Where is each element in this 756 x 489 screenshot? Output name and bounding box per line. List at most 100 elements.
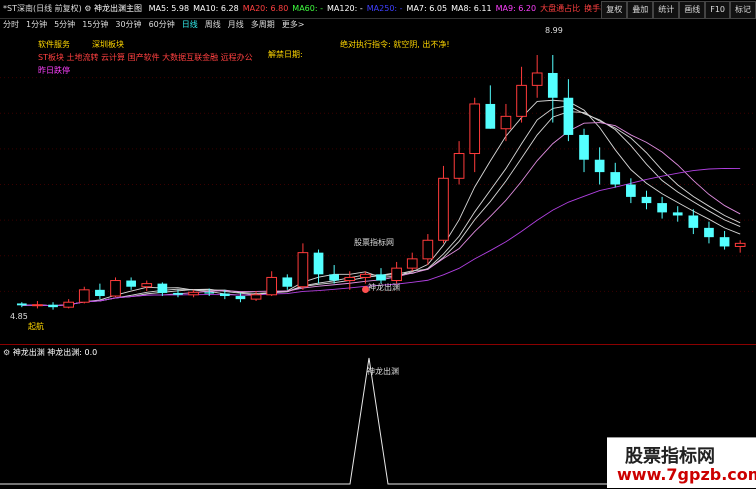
settings-icon[interactable]: ⚙ — [3, 348, 10, 357]
candle-body[interactable] — [141, 283, 153, 288]
settings-icon[interactable]: ⚙ — [84, 4, 91, 13]
candle-body[interactable] — [734, 242, 746, 247]
signal-dot — [362, 286, 369, 293]
toolbar-button[interactable]: 画线 — [679, 1, 706, 19]
candle-body[interactable] — [719, 237, 730, 247]
info-instruction: 绝对执行指令: 就空阴, 出不净! — [340, 40, 450, 49]
info-drop: 昨日跌停 — [38, 66, 70, 75]
candle-body[interactable] — [688, 215, 699, 228]
signal-label-sub: 神龙出渊 — [367, 367, 399, 376]
candle-body[interactable] — [48, 304, 58, 308]
period-tab[interactable]: 周线 — [202, 18, 224, 32]
candle-body[interactable] — [485, 103, 496, 129]
sub-title[interactable]: 神龙出渊 — [13, 348, 45, 357]
candle-body[interactable] — [110, 280, 121, 297]
period-tab[interactable]: 月线 — [225, 18, 247, 32]
candle-body[interactable] — [547, 72, 558, 98]
info-concepts: ST板块 土地流转 云计算 国产软件 大数据互联金融 远程办公 — [38, 53, 253, 62]
candle-body[interactable] — [344, 276, 356, 282]
indicator-name[interactable]: 神龙出渊主图 — [94, 4, 142, 13]
period-tab[interactable]: 多周期 — [248, 18, 278, 32]
candle-body[interactable] — [704, 227, 714, 238]
candle-body[interactable] — [313, 252, 324, 275]
candle-body[interactable] — [95, 289, 105, 297]
candle-body[interactable] — [219, 293, 230, 297]
candle-body[interactable] — [16, 303, 27, 306]
candle-body[interactable] — [469, 103, 481, 155]
title-bar: *ST深南(日线 前复权) ⚙ 神龙出渊主图 MA5: 5.98 MA10: 6.… — [0, 0, 756, 19]
sub-value: 神龙出渊: 0.0 — [47, 348, 98, 357]
candle-body[interactable] — [297, 252, 309, 288]
toolbar-button[interactable]: F10 — [705, 1, 730, 19]
candle-body[interactable] — [626, 184, 636, 197]
candle-body[interactable] — [563, 97, 574, 135]
candle-body[interactable] — [204, 292, 215, 294]
toolbar-button[interactable]: 复权 — [601, 1, 628, 19]
start-label: 起航 — [28, 322, 44, 331]
candle-body[interactable] — [516, 84, 527, 117]
watermark-line2: www.7gpzb.com — [617, 465, 756, 484]
candle-body[interactable] — [672, 212, 683, 216]
ma-legend-item: MA9: 6.20 — [495, 4, 537, 13]
ma-legend-item: MA60: - — [292, 4, 323, 13]
ma-legend-item: MA7: 6.05 — [406, 4, 448, 13]
info-software: 软件服务 — [38, 40, 70, 49]
period-tab[interactable]: 5分钟 — [51, 18, 78, 32]
period-tab[interactable]: 更多> — [279, 18, 308, 32]
period-tab[interactable]: 分时 — [0, 18, 22, 32]
period-tab[interactable]: 日线 — [179, 18, 201, 32]
info-sector: 深圳板块 — [92, 40, 124, 49]
candle-body[interactable] — [266, 276, 278, 296]
toolbar-buttons: 复权 叠加 统计 画线 F10 标记 — [601, 0, 756, 19]
info-unlock-date: 解禁日期: — [268, 50, 303, 59]
candle-body[interactable] — [329, 274, 339, 281]
ma-legend-item: MA20: 6.80 — [242, 4, 289, 13]
watermark-inline-label: 股票指标网 — [354, 238, 394, 247]
candle-body[interactable] — [376, 274, 386, 281]
candle-body[interactable] — [438, 177, 449, 241]
candle-body[interactable] — [531, 72, 543, 86]
low-price-label: 4.85 — [10, 312, 28, 321]
candle-body[interactable] — [594, 159, 605, 173]
candle-body[interactable] — [173, 292, 183, 295]
signal-label-main: 神龙出渊 — [368, 283, 400, 292]
ma-legend-item: 大盘通占比 — [540, 4, 581, 13]
candle-body[interactable] — [157, 283, 168, 293]
candle-body[interactable] — [500, 115, 512, 130]
candle-body[interactable] — [78, 289, 90, 303]
ma-legend-item: MA120: - — [326, 4, 363, 13]
candle-body[interactable] — [422, 239, 434, 260]
candle-body[interactable] — [579, 134, 589, 160]
candle-body[interactable] — [610, 172, 621, 185]
candle-body[interactable] — [32, 304, 43, 307]
period-tab[interactable]: 15分钟 — [79, 18, 111, 32]
candle-body[interactable] — [126, 280, 136, 287]
candle-body[interactable] — [641, 196, 652, 204]
ma-legend-item: MA8: 6.11 — [451, 4, 492, 13]
candle-body[interactable] — [188, 291, 199, 296]
candle-body[interactable] — [391, 267, 402, 282]
sub-legend: ⚙ 神龙出渊 神龙出渊: 0.0 — [3, 347, 97, 358]
period-tab[interactable]: 30分钟 — [112, 18, 144, 32]
candle-body[interactable] — [406, 258, 418, 269]
site-watermark: 股票指标网 www.7gpzb.com — [607, 437, 756, 488]
main-chart[interactable]: 软件服务 深圳板块 ST板块 土地流转 云计算 国产软件 大数据互联金融 远程办… — [0, 26, 756, 345]
candle-body[interactable] — [657, 203, 667, 213]
candle-body[interactable] — [453, 153, 465, 179]
stock-title[interactable]: *ST深南(日线 前复权) — [3, 4, 82, 13]
candle-body[interactable] — [235, 296, 246, 300]
period-tab[interactable]: 1分钟 — [23, 18, 50, 32]
candle-body[interactable] — [250, 294, 262, 300]
candle-body[interactable] — [282, 277, 293, 287]
period-tab[interactable]: 60分钟 — [146, 18, 178, 32]
ma-legend-item: MA250: - — [366, 4, 403, 13]
candle-body[interactable] — [360, 273, 371, 278]
toolbar-button[interactable]: 标记 — [730, 1, 756, 19]
candle-body[interactable] — [63, 301, 75, 308]
chart-header: *ST深南(日线 前复权) ⚙ 神龙出渊主图 MA5: 5.98 MA10: 6.… — [3, 3, 690, 14]
toolbar-button[interactable]: 叠加 — [627, 1, 654, 19]
period-tabs: 分时 1分钟 5分钟 15分钟 30分钟 60分钟 日线 周线 月线 多周期 更多> — [0, 18, 756, 32]
toolbar-button[interactable]: 统计 — [653, 1, 680, 19]
ma-legend-item: MA5: 5.98 — [148, 4, 190, 13]
candlestick-chart — [0, 55, 756, 310]
